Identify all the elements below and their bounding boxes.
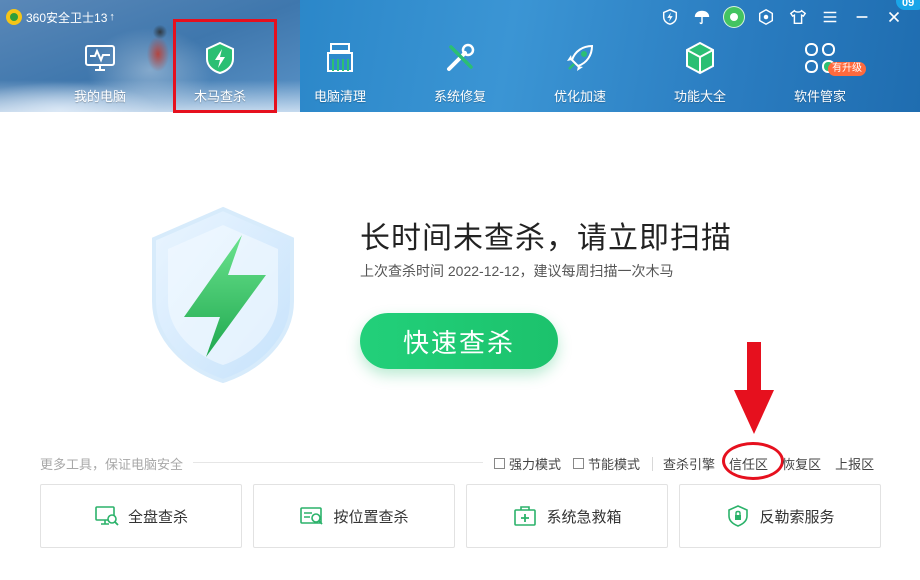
skin-shirt-icon[interactable]	[782, 5, 814, 29]
first-aid-kit-icon	[512, 505, 538, 527]
location-scan-button[interactable]: 按位置查杀	[253, 484, 455, 548]
upgrade-arrow-icon[interactable]: ↑	[109, 11, 115, 23]
checkbox-label: 强力模式	[509, 457, 562, 472]
tool-card-label: 按位置查杀	[333, 508, 409, 526]
shield-bolt-icon[interactable]	[654, 5, 686, 29]
full-scan-button[interactable]: 全盘查杀	[40, 484, 242, 548]
page-title: 长时间未查杀，请立即扫描	[360, 222, 732, 255]
checkbox-box[interactable]	[494, 458, 505, 469]
title-bar-controls	[654, 5, 910, 29]
nav-label: 木马查杀	[193, 89, 246, 104]
nav-label: 软件管家	[793, 89, 846, 104]
anti-ransomware-button[interactable]: 反勒索服务	[679, 484, 881, 548]
tool-card-label: 反勒索服务	[759, 508, 835, 526]
folder-scan-icon	[299, 505, 325, 527]
nav-trojan-scan[interactable]: 木马查杀	[160, 36, 280, 112]
upgrade-badge: 有升级	[828, 62, 866, 76]
power-mode-checkbox[interactable]: 强力模式	[494, 454, 561, 473]
app-title: 360安全卫士13 ↑	[6, 8, 115, 26]
corner-badge: 09	[896, 0, 920, 10]
scan-options-bar: 强力模式 节能模式 查杀引擎 信任区 恢复区 上报区	[494, 454, 888, 473]
avatar	[723, 6, 745, 28]
last-scan-info: 上次查杀时间 2022-12-12，建议每周扫描一次木马	[360, 263, 674, 279]
app-title-text: 360安全卫士13	[26, 10, 108, 25]
nav-cleanup[interactable]: 电脑清理	[280, 36, 400, 112]
nav-label: 功能大全	[673, 89, 726, 104]
shield-lightning-icon	[202, 40, 238, 76]
nav-label: 电脑清理	[313, 89, 366, 104]
checkbox-label: 节能模式	[588, 457, 641, 472]
trojan-shield-illustration	[152, 206, 294, 384]
first-aid-kit-button[interactable]: 系统急救箱	[466, 484, 668, 548]
nav-speedup[interactable]: 优化加速	[520, 36, 640, 112]
nav-label: 系统修复	[433, 89, 486, 104]
nav-label: 我的电脑	[73, 89, 126, 104]
divider	[652, 456, 654, 471]
nav-features[interactable]: 功能大全	[640, 36, 760, 112]
cube-icon	[682, 40, 718, 76]
divider	[193, 462, 483, 463]
tool-card-label: 系统急救箱	[546, 508, 622, 526]
nav-software-manager[interactable]: 有升级 软件管家	[760, 36, 880, 112]
rocket-icon	[562, 40, 598, 76]
umbrella-icon[interactable]	[686, 5, 718, 29]
settings-hexagon-icon[interactable]	[750, 5, 782, 29]
broom-icon	[322, 40, 358, 76]
checkbox-box[interactable]	[573, 458, 585, 469]
user-avatar-icon[interactable]	[718, 5, 750, 29]
shield-lock-icon	[725, 505, 751, 527]
wrench-screwdriver-icon	[442, 40, 478, 76]
report-zone-link[interactable]: 上报区	[835, 454, 874, 473]
tool-card-label: 全盘查杀	[127, 508, 188, 526]
minimize-icon[interactable]	[846, 5, 878, 29]
tools-caption: 更多工具，保证电脑安全	[40, 457, 184, 472]
app-logo-icon	[6, 9, 22, 25]
power-saving-mode-checkbox[interactable]: 节能模式	[573, 454, 640, 473]
nav-label: 优化加速	[553, 89, 606, 104]
nav-my-computer[interactable]: 我的电脑	[40, 36, 160, 112]
header-banner: 360安全卫士13 ↑ 09 我的电脑 木马查杀 电脑清理 系统修复 优化加速 …	[0, 0, 920, 112]
restore-zone-link[interactable]: 恢复区	[782, 454, 821, 473]
trust-zone-link[interactable]: 信任区	[729, 454, 768, 473]
menu-icon[interactable]	[814, 5, 846, 29]
monitor-scan-icon	[94, 505, 120, 527]
monitor-pulse-icon	[82, 40, 118, 76]
main-nav: 我的电脑 木马查杀 电脑清理 系统修复 优化加速 功能大全 有升级 软件管家	[40, 36, 880, 112]
tool-cards: 全盘查杀 按位置查杀 系统急救箱 反勒索服务	[40, 484, 881, 548]
scan-engine-link[interactable]: 查杀引擎	[663, 454, 715, 473]
annotation-arrow	[734, 342, 774, 434]
nav-system-repair[interactable]: 系统修复	[400, 36, 520, 112]
quick-scan-button[interactable]: 快速查杀	[360, 313, 558, 369]
